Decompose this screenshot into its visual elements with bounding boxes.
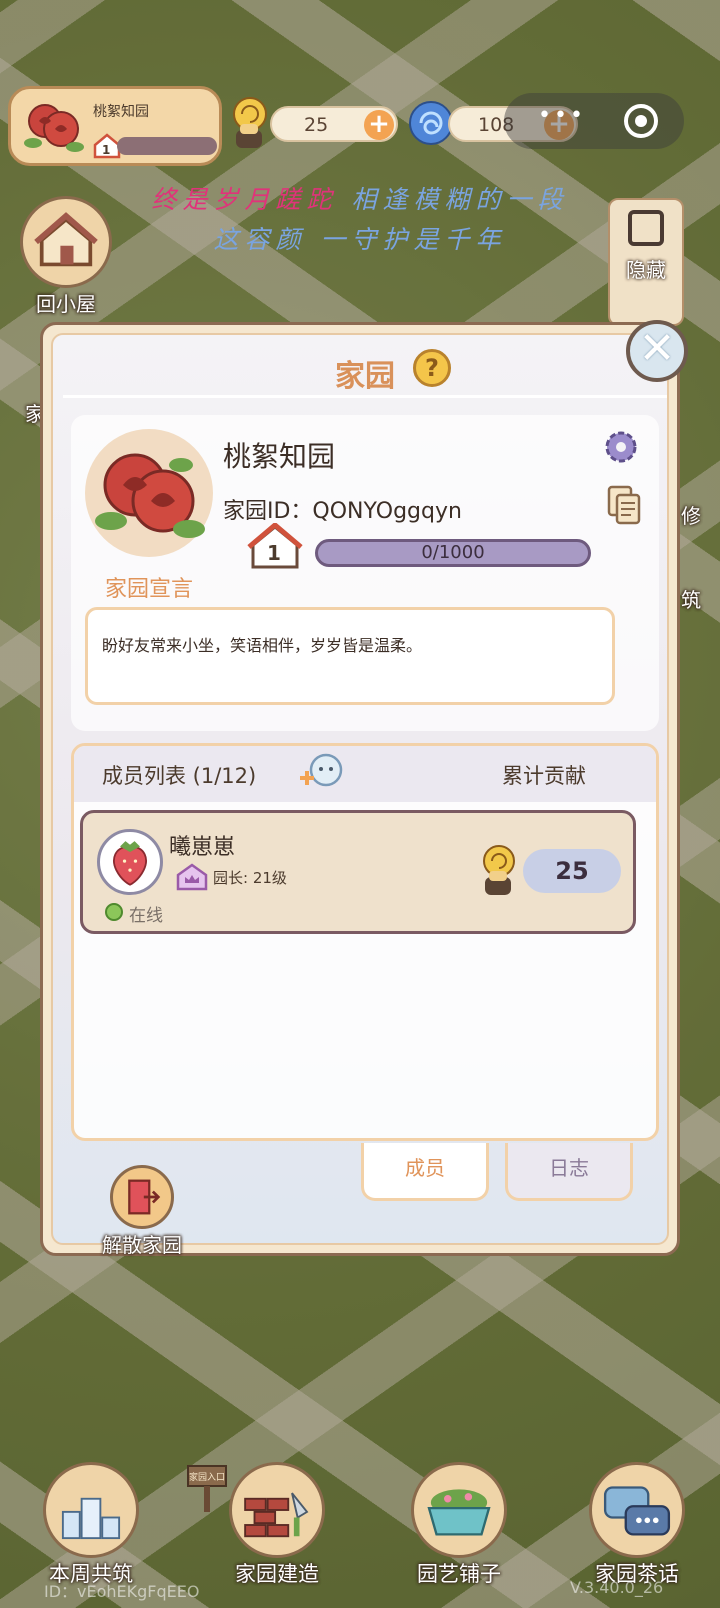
- crown-house-icon: [176, 863, 208, 891]
- dissolve-home-button[interactable]: 解散家园: [87, 1165, 197, 1258]
- home-badge-name: 桃絮知园: [93, 104, 149, 120]
- exp-progress-bar: 0/1000: [315, 539, 591, 567]
- member-role: 园长: 21级: [213, 869, 287, 887]
- home-build-button[interactable]: 家园建造: [222, 1462, 332, 1588]
- home-badge-progress-bar: [117, 137, 217, 155]
- snail-contribution-icon: [483, 845, 515, 895]
- garden-shop-label: 园艺铺子: [417, 1562, 501, 1586]
- home-panel-body: 家园 ? 桃絮知园 家园ID：QONYOggqyn 1 0/1000 家园宣言 …: [51, 333, 669, 1257]
- member-avatar: [97, 829, 163, 895]
- poem-line-1b: 相逢模糊的一段: [351, 185, 569, 214]
- flower-basket-icon: [411, 1462, 507, 1558]
- member-status: 在线: [129, 906, 163, 926]
- side-partial-right-label-2: 筑: [681, 588, 701, 612]
- dissolve-home-label: 解散家园: [102, 1233, 182, 1257]
- rose-avatar-icon: [95, 453, 205, 538]
- podium-icon: [43, 1462, 139, 1558]
- exit-door-icon: [110, 1165, 174, 1229]
- more-menu-button[interactable]: •••: [538, 103, 586, 128]
- declaration-text: 盼好友常来小坐，笑语相伴，岁岁皆是温柔。: [102, 636, 423, 655]
- snail-currency-icon: [233, 97, 267, 148]
- side-button-partial-right-2[interactable]: 筑: [676, 584, 706, 613]
- home-badge[interactable]: 桃絮知园 1: [8, 86, 222, 166]
- exp-progress-text: 0/1000: [421, 542, 485, 563]
- help-icon[interactable]: ?: [413, 349, 451, 387]
- home-info-card: 桃絮知园 家园ID：QONYOggqyn 1 0/1000 家园宣言 盼好友常来…: [71, 415, 659, 731]
- contribution-title: 累计贡献: [502, 764, 586, 788]
- online-status-icon: [105, 903, 123, 921]
- close-panel-button[interactable]: ✕: [626, 320, 688, 382]
- title-divider: [63, 395, 667, 398]
- panel-title-text: 家园: [335, 359, 395, 394]
- declaration-label: 家园宣言: [105, 577, 194, 602]
- home-id: 家园ID：QONYOggqyn: [223, 499, 462, 524]
- copy-icon[interactable]: [607, 485, 641, 525]
- hide-ui-label: 隐藏: [626, 258, 666, 282]
- gear-icon[interactable]: [601, 427, 641, 467]
- members-header: 成员列表 (1/12) 累计贡献: [74, 746, 656, 802]
- house-icon: [20, 196, 112, 288]
- back-home-button[interactable]: 回小屋: [16, 196, 116, 317]
- close-miniprogram-icon[interactable]: [624, 104, 658, 138]
- declaration-box[interactable]: 盼好友常来小坐，笑语相伴，岁岁皆是温柔。: [85, 607, 615, 705]
- strawberry-avatar-icon: [113, 841, 147, 886]
- side-button-partial-right-1[interactable]: 修: [676, 500, 706, 529]
- chat-bubbles-icon: [589, 1462, 685, 1558]
- home-level: 1: [267, 541, 281, 565]
- home-chat-button[interactable]: 家园茶话: [582, 1462, 692, 1588]
- home-badge-level: 1: [102, 143, 111, 157]
- members-card: 成员列表 (1/12) 累计贡献 曦崽崽 园长: 21级 在线 25: [71, 743, 659, 1141]
- frame-icon: [628, 210, 664, 246]
- home-avatar: [85, 429, 213, 557]
- snail-currency-value: 25: [304, 114, 329, 136]
- hide-ui-button[interactable]: 隐藏: [608, 198, 684, 326]
- version-text: V.3.40.0_26: [570, 1578, 664, 1597]
- rose-emblem-icon: [24, 104, 84, 152]
- signpost-text: 家园入口: [189, 1471, 225, 1483]
- home-name: 桃絮知园: [223, 440, 336, 473]
- panel-title: 家园: [53, 351, 677, 395]
- tab-members[interactable]: 成员: [361, 1143, 489, 1201]
- garden-shop-button[interactable]: 园艺铺子: [404, 1462, 514, 1588]
- weekly-build-button[interactable]: 本周共筑: [36, 1462, 146, 1588]
- add-snail-button[interactable]: +: [364, 110, 394, 140]
- member-name: 曦崽崽: [169, 835, 236, 860]
- bricks-trowel-icon: [229, 1462, 325, 1558]
- home-build-label: 家园建造: [235, 1562, 319, 1586]
- tab-log[interactable]: 日志: [505, 1143, 633, 1201]
- player-id: ID：vEohEKgFqEEO: [44, 1582, 200, 1601]
- mini-program-capsule: •••: [504, 93, 684, 149]
- side-partial-right-label-1: 修: [681, 504, 701, 528]
- add-friend-icon[interactable]: [296, 752, 344, 794]
- poem-line-1a: 终是岁月蹉跎: [151, 185, 338, 214]
- back-home-label: 回小屋: [36, 292, 96, 316]
- members-title: 成员列表 (1/12): [102, 764, 257, 788]
- home-panel: 家园 ? 桃絮知园 家园ID：QONYOggqyn 1 0/1000 家园宣言 …: [40, 322, 680, 1257]
- member-contribution: 25: [523, 849, 621, 893]
- snail-currency-pill: 25 +: [270, 106, 398, 142]
- member-row[interactable]: 曦崽崽 园长: 21级 在线 25: [80, 810, 636, 934]
